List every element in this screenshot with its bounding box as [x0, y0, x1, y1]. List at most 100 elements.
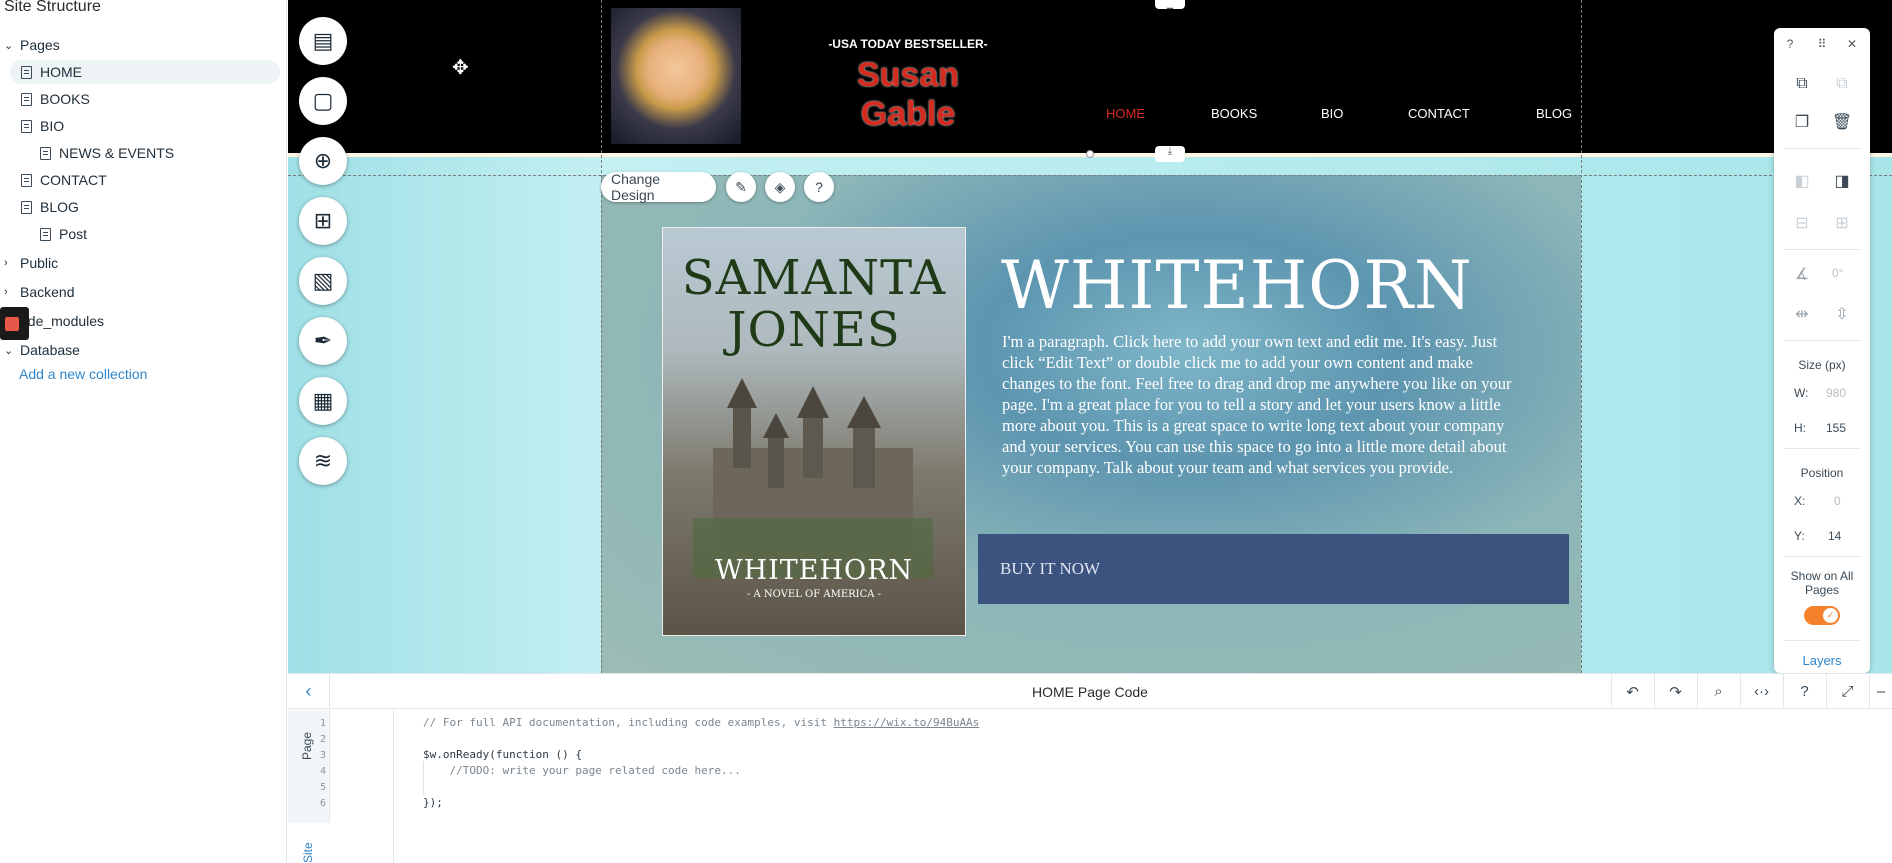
page-item-bio[interactable]: BIO — [21, 114, 64, 138]
page-label: HOME — [40, 64, 82, 80]
book-title-line1: SAMANTA — [681, 250, 947, 306]
minimize-button[interactable]: – — [1869, 674, 1892, 709]
w-label: W: — [1794, 386, 1809, 400]
tagline[interactable]: -USA TODAY BESTSELLER- — [808, 37, 1008, 51]
tree-label: Database — [20, 342, 80, 358]
pin-icon[interactable]: ◨ — [1832, 171, 1852, 191]
nav-blog[interactable]: BLOG — [1536, 106, 1572, 121]
delete-icon[interactable]: 🗑 — [1832, 112, 1852, 132]
expand-icon: ⤢ — [1841, 683, 1854, 700]
hero-paragraph[interactable]: I'm a paragraph. Click here to add your … — [1002, 331, 1522, 478]
align-icon: ⊟ — [1795, 215, 1809, 232]
database-button[interactable]: ≋ — [299, 437, 347, 485]
code-line[interactable]: // For full API documentation, including… — [423, 716, 979, 729]
page-label: BLOG — [40, 199, 79, 215]
code-comment: // For full API documentation, including… — [423, 716, 834, 729]
code-line[interactable]: $w.onReady(function () { — [423, 748, 582, 761]
nav-bio[interactable]: BIO — [1321, 106, 1343, 121]
media-button[interactable]: ▧ — [299, 257, 347, 305]
page-item-books[interactable]: BOOKS — [21, 87, 90, 111]
stretch-handle-top[interactable]: ▁ — [1155, 0, 1185, 9]
y-input[interactable]: 14 — [1828, 529, 1841, 543]
stop-icon — [5, 317, 19, 331]
api-doc-link[interactable]: https://wix.to/94BuAAs — [834, 716, 980, 729]
tree-label: Backend — [20, 284, 75, 300]
search-icon: ⌕ — [1714, 683, 1723, 700]
layers-button[interactable]: Layers — [1774, 653, 1870, 668]
add-apps-button[interactable]: ⊞ — [299, 197, 347, 245]
edit-design-button[interactable]: ✎ — [726, 172, 756, 202]
help-icon[interactable]: ? — [1780, 34, 1800, 54]
undo-button[interactable]: ↶ — [1611, 674, 1653, 709]
book-subtitle: WHITEHORN — [714, 555, 914, 586]
maximize-button[interactable]: ⤢ — [1826, 674, 1868, 709]
show-all-toggle[interactable]: ✓ — [1804, 606, 1840, 625]
code-line[interactable]: }); — [423, 796, 443, 809]
plus-icon: ⊕ — [313, 148, 333, 173]
tree-node-modules[interactable]: ode_modules — [20, 309, 104, 333]
nav-home[interactable]: HOME — [1106, 106, 1145, 121]
add-collection-link[interactable]: Add a new collection — [19, 366, 147, 382]
author-name[interactable]: Susan Gable — [808, 56, 1008, 134]
tree-database[interactable]: ⌄ Database — [4, 338, 80, 362]
undo-icon: ↶ — [1626, 683, 1639, 701]
duplicate-icon[interactable]: ❐ — [1792, 112, 1812, 132]
help-button[interactable]: ? — [804, 172, 834, 202]
help-icon: ? — [815, 179, 823, 195]
page-item-home[interactable]: HOME — [10, 60, 280, 84]
hero-headline[interactable]: WHITEHORN — [1001, 247, 1473, 324]
size-label: Size (px) — [1798, 358, 1846, 372]
author-photo[interactable] — [611, 8, 741, 144]
change-design-button[interactable]: Change Design — [601, 171, 716, 203]
pages-menu-button[interactable]: ▤ — [299, 17, 347, 65]
redo-button[interactable]: ↷ — [1654, 674, 1696, 709]
nav-contact[interactable]: CONTACT — [1408, 106, 1470, 121]
buy-now-button[interactable]: BUY IT NOW — [978, 534, 1569, 604]
chevron-right-icon: › — [4, 257, 8, 269]
grid-line-left — [601, 0, 602, 673]
line-number: 5 — [320, 782, 327, 793]
tree-pages[interactable]: ⌄ Pages — [4, 33, 60, 57]
page-item-news-events[interactable]: NEWS & EVENTS — [40, 141, 174, 165]
drag-handle-icon[interactable]: ⠿ — [1812, 34, 1832, 54]
add-button[interactable]: ⊕ — [299, 137, 347, 185]
flip-horizontal-icon: ⇹ — [1795, 306, 1809, 323]
resize-handle[interactable] — [1086, 150, 1094, 158]
divider — [1784, 448, 1860, 449]
blog-button[interactable]: ✒ — [299, 317, 347, 365]
page-item-contact[interactable]: CONTACT — [21, 168, 107, 192]
divider — [1784, 148, 1860, 149]
book-cover-image[interactable]: SAMANTA JONES WHITEHORN - A NOVEL OF AME… — [662, 227, 966, 636]
height-input[interactable]: 155 — [1826, 421, 1846, 435]
calendar-icon: ▦ — [312, 388, 334, 413]
castle-illustration — [693, 378, 933, 578]
site-header[interactable] — [288, 0, 1892, 155]
angle-value: 0° — [1832, 266, 1844, 280]
page-item-post[interactable]: Post — [40, 222, 87, 246]
code-properties-button[interactable]: ‹·› — [1740, 674, 1782, 709]
page-item-blog[interactable]: BLOG — [21, 195, 79, 219]
code-line[interactable]: //TODO: write your page related code her… — [423, 764, 740, 777]
page-icon: ▤ — [312, 28, 334, 53]
tab-page[interactable]: Page — [300, 732, 314, 760]
help-button[interactable]: ? — [1783, 674, 1825, 709]
tab-site[interactable]: Site — [301, 842, 315, 863]
brush-icon: ✎ — [735, 178, 747, 195]
show-all-label: Show on All Pages — [1790, 569, 1854, 597]
nav-books[interactable]: BOOKS — [1211, 106, 1257, 121]
background-button[interactable]: ▢ — [299, 77, 347, 125]
distribute-icon: ⊞ — [1835, 215, 1849, 232]
animation-button[interactable]: ◈ — [765, 172, 795, 202]
close-icon[interactable]: ✕ — [1842, 34, 1862, 54]
tree-backend[interactable]: › Backend — [4, 280, 74, 304]
copy-icon[interactable]: ⧉ — [1792, 74, 1812, 94]
feedback-widget[interactable] — [0, 307, 29, 340]
chevron-down-icon: ⌄ — [4, 39, 14, 52]
search-button[interactable]: ⌕ — [1697, 674, 1739, 709]
tree-public[interactable]: › Public — [4, 251, 58, 275]
stretch-handle-bottom[interactable]: ⤓ — [1155, 146, 1185, 162]
page-label: Post — [59, 226, 88, 242]
page-icon — [21, 173, 32, 187]
bookings-button[interactable]: ▦ — [299, 377, 347, 425]
pen-icon: ✒ — [313, 328, 333, 353]
